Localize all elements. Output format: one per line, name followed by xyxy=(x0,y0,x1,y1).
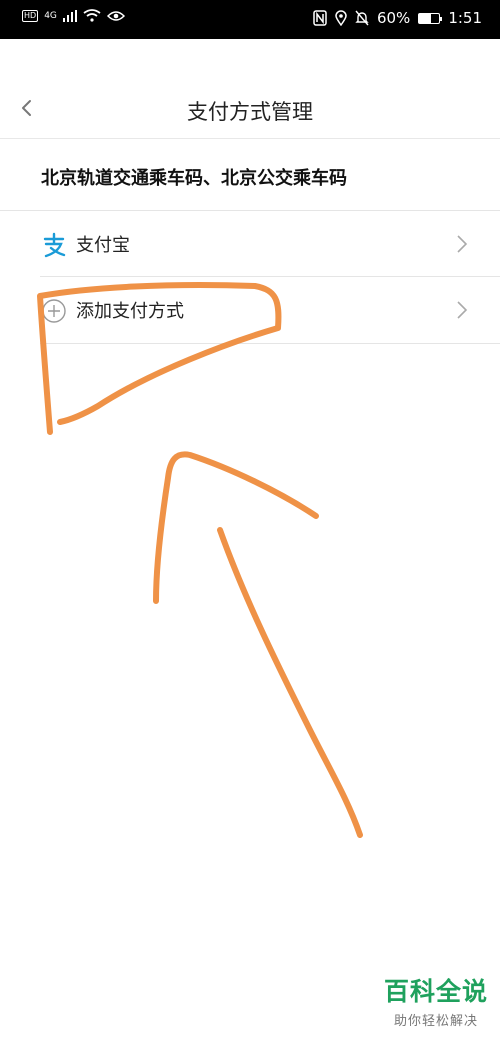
eye-icon xyxy=(106,10,125,21)
page-title: 支付方式管理 xyxy=(187,100,313,124)
battery-percent: 60% xyxy=(376,9,411,27)
clock: 1:51 xyxy=(448,9,482,27)
annotation-arrow-shaft xyxy=(217,527,363,838)
location-icon xyxy=(335,10,347,26)
add-payment-method-row[interactable]: 添加支付方式 xyxy=(0,277,500,343)
wifi-icon xyxy=(83,9,101,22)
divider xyxy=(40,343,500,344)
watermark-title: 百科全说 xyxy=(383,977,488,1006)
annotation-overlay xyxy=(37,282,363,838)
hd-badge: HD xyxy=(22,9,39,22)
network-type: 4G xyxy=(44,10,57,21)
battery-icon xyxy=(418,12,443,24)
payment-method-alipay[interactable]: 支付宝 xyxy=(0,211,500,277)
status-bar: HD 4G 60% 1:51 xyxy=(0,0,500,39)
battery-fill xyxy=(419,13,432,23)
mute-bell-icon xyxy=(355,10,369,26)
plus-circle-icon xyxy=(42,299,66,323)
section-title: 北京轨道交通乘车码、北京公交乘车码 xyxy=(41,168,347,189)
add-payment-method-label: 添加支付方式 xyxy=(76,301,184,322)
header: 支付方式管理 xyxy=(0,39,500,139)
chevron-right-icon xyxy=(457,301,468,319)
nfc-icon xyxy=(313,10,327,26)
chevron-right-icon xyxy=(457,235,468,253)
alipay-label: 支付宝 xyxy=(76,235,130,256)
alipay-icon xyxy=(43,232,66,258)
watermark: 百科全说 助你轻松解决 xyxy=(384,972,488,1029)
annotation-arrow-head xyxy=(153,451,319,604)
watermark-subtitle: 助你轻松解决 xyxy=(393,1014,478,1029)
signal-icon xyxy=(62,9,77,22)
